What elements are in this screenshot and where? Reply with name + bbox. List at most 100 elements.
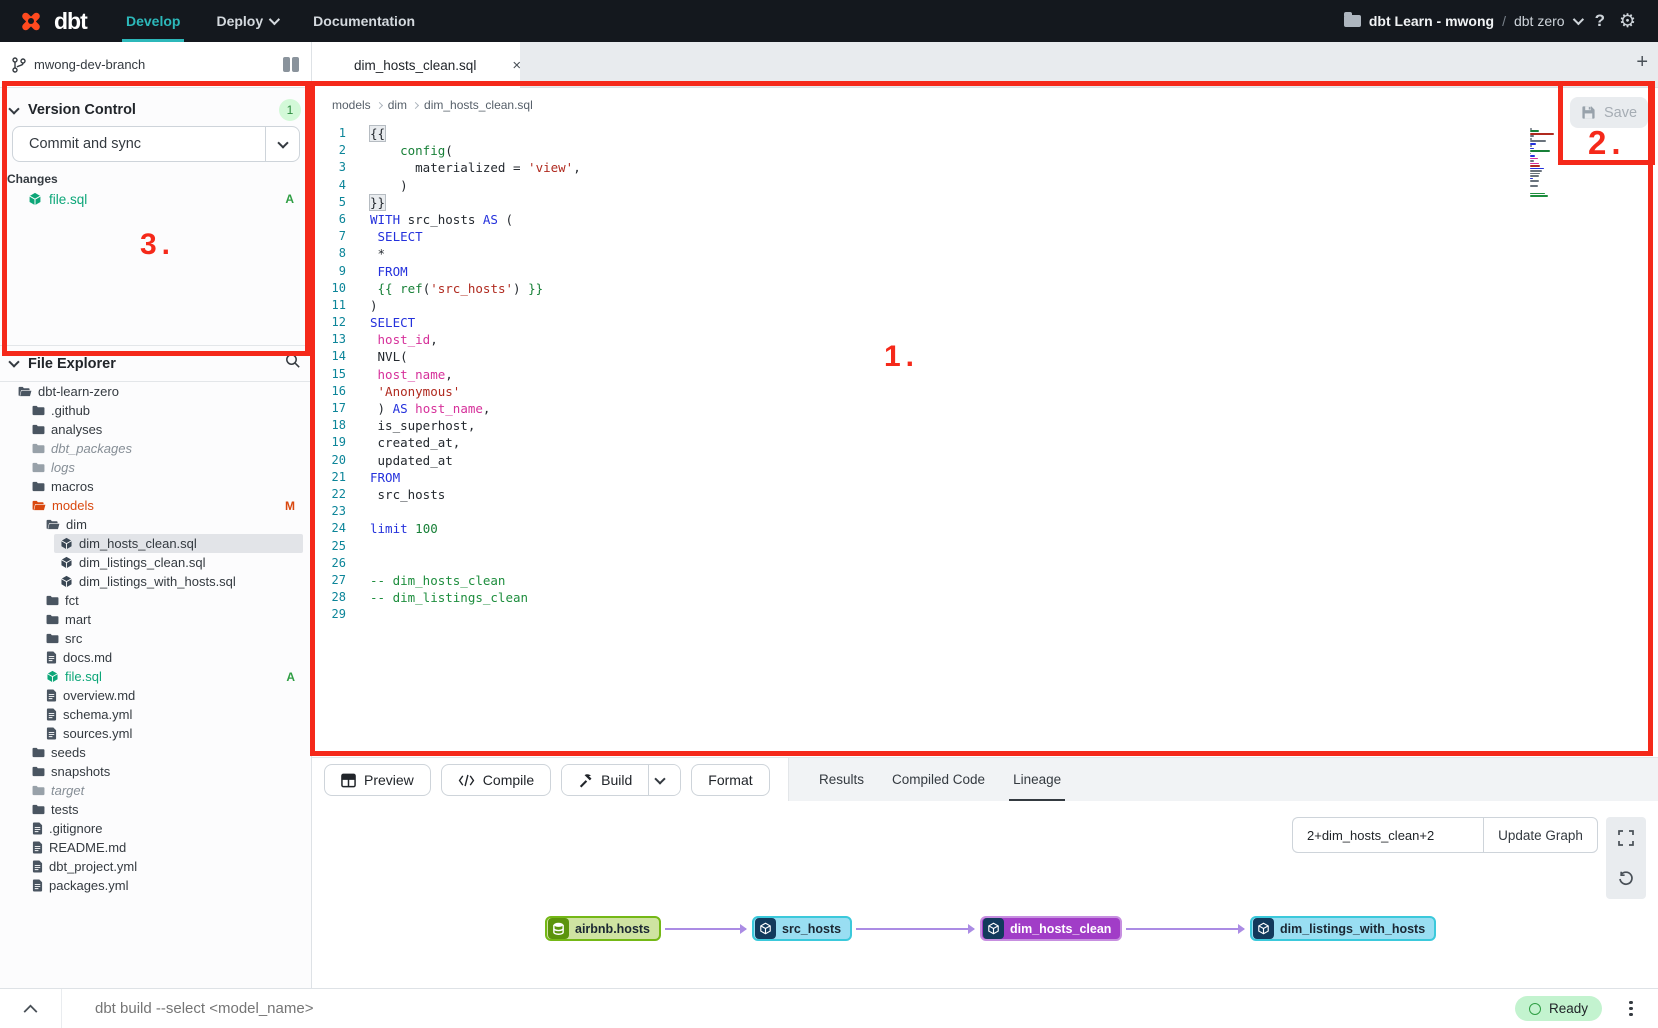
status-bar: Ready	[0, 988, 1658, 1028]
tree-item--github[interactable]: .github	[0, 401, 311, 420]
code-line[interactable]: 24limit 100	[312, 520, 1512, 537]
floppy-icon	[1581, 105, 1596, 120]
tree-item-analyses[interactable]: analyses	[0, 420, 311, 439]
code-line[interactable]: 6WITH src_hosts AS (	[312, 211, 1512, 228]
kebab-menu-icon[interactable]	[1622, 998, 1640, 1019]
new-tab-button[interactable]: +	[1636, 51, 1648, 74]
commit-and-sync-button[interactable]: Commit and sync	[12, 126, 300, 162]
code-line[interactable]: 25	[312, 538, 1512, 555]
nav-documentation[interactable]: Documentation	[295, 0, 433, 42]
folder-icon	[32, 481, 45, 492]
tree-item-dbt-learn-zero[interactable]: dbt-learn-zero	[0, 382, 311, 401]
file-explorer-header[interactable]: File Explorer	[0, 346, 311, 382]
lineage-node-dim-hosts-clean[interactable]: dim_hosts_clean	[980, 916, 1122, 941]
folder-icon	[46, 595, 59, 606]
tree-item-src[interactable]: src	[0, 629, 311, 648]
tree-item-dim[interactable]: dim	[0, 515, 311, 534]
tab-dim-hosts-clean[interactable]: dim_hosts_clean.sql ×	[312, 42, 520, 88]
tab-results[interactable]: Results	[805, 758, 878, 801]
code-line[interactable]: 5}}	[312, 194, 1512, 211]
code-line[interactable]: 7 SELECT	[312, 228, 1512, 245]
breadcrumb-dim[interactable]: dim	[388, 98, 407, 112]
tree-item-dbt-packages[interactable]: dbt_packages	[0, 439, 311, 458]
tree-item-models[interactable]: modelsM	[0, 496, 311, 515]
docs-panel-icon[interactable]	[283, 57, 299, 72]
tree-item-readme-md[interactable]: README.md	[0, 838, 311, 857]
save-button[interactable]: Save	[1570, 97, 1648, 128]
code-line[interactable]: 1{{	[312, 125, 1512, 142]
build-options-dropdown[interactable]	[648, 765, 680, 795]
code-line[interactable]: 12SELECT	[312, 314, 1512, 331]
code-line[interactable]: 27-- dim_hosts_clean	[312, 572, 1512, 589]
nav-develop[interactable]: Develop	[108, 0, 198, 42]
code-line[interactable]: 26	[312, 555, 1512, 572]
tree-item-docs-md[interactable]: docs.md	[0, 648, 311, 667]
project-name: dbt zero	[1514, 13, 1565, 29]
breadcrumb-models[interactable]: models	[332, 98, 371, 112]
tree-item-target[interactable]: target	[0, 781, 311, 800]
lineage-node-src-hosts[interactable]: src_hosts	[752, 916, 852, 941]
tree-item-snapshots[interactable]: snapshots	[0, 762, 311, 781]
help-icon[interactable]: ?	[1595, 11, 1605, 31]
dbt-logo[interactable]: dbt	[0, 6, 108, 36]
account-menu[interactable]: dbt Learn - mwong / dbt zero	[1344, 13, 1581, 29]
tab-lineage[interactable]: Lineage	[999, 758, 1075, 801]
version-control-header[interactable]: Version Control 1	[0, 94, 311, 126]
code-line[interactable]: 28-- dim_listings_clean	[312, 589, 1512, 606]
code-line[interactable]: 13 host_id,	[312, 331, 1512, 348]
lineage-node-dim-listings-with-hosts[interactable]: dim_listings_with_hosts	[1250, 916, 1436, 941]
code-line[interactable]: 20 updated_at	[312, 452, 1512, 469]
tree-item-tests[interactable]: tests	[0, 800, 311, 819]
tree-item-dbt-project-yml[interactable]: dbt_project.yml	[0, 857, 311, 876]
code-line[interactable]: 23	[312, 503, 1512, 520]
commit-options-dropdown[interactable]	[265, 127, 299, 161]
tree-item-file-sql[interactable]: file.sqlA	[0, 667, 311, 686]
tree-item-packages-yml[interactable]: packages.yml	[0, 876, 311, 895]
breadcrumb-file[interactable]: dim_hosts_clean.sql	[424, 98, 533, 112]
code-line[interactable]: 21FROM	[312, 469, 1512, 486]
code-line[interactable]: 19 created_at,	[312, 434, 1512, 451]
gear-icon[interactable]: ⚙	[1619, 12, 1636, 31]
collapse-panel-button[interactable]	[0, 989, 62, 1028]
preview-button[interactable]: Preview	[324, 764, 431, 796]
code-line[interactable]: 4 )	[312, 177, 1512, 194]
code-line[interactable]: 11)	[312, 297, 1512, 314]
command-input[interactable]	[62, 1000, 1515, 1017]
code-line[interactable]: 14 NVL(	[312, 348, 1512, 365]
tree-item-dim-listings-clean-sql[interactable]: dim_listings_clean.sql	[0, 553, 311, 572]
tree-item-logs[interactable]: logs	[0, 458, 311, 477]
code-line[interactable]: 9 FROM	[312, 263, 1512, 280]
code-line[interactable]: 8 *	[312, 245, 1512, 262]
tree-item-dim-listings-with-hosts-sql[interactable]: dim_listings_with_hosts.sql	[0, 572, 311, 591]
code-line[interactable]: 16 'Anonymous'	[312, 383, 1512, 400]
code-line[interactable]: 18 is_superhost,	[312, 417, 1512, 434]
tree-item-mart[interactable]: mart	[0, 610, 311, 629]
code-line[interactable]: 22 src_hosts	[312, 486, 1512, 503]
build-button[interactable]: Build	[562, 765, 648, 795]
tree-item-overview-md[interactable]: overview.md	[0, 686, 311, 705]
code-line[interactable]: 15 host_name,	[312, 366, 1512, 383]
changed-file-row[interactable]: file.sql A	[0, 188, 312, 210]
code-line[interactable]: 2 config(	[312, 142, 1512, 159]
minimap[interactable]	[1530, 128, 1558, 200]
tree-item-dim-hosts-clean-sql[interactable]: dim_hosts_clean.sql	[0, 534, 311, 553]
code-area[interactable]: 1{{2 config(3 materialized = 'view',4 )5…	[312, 125, 1512, 623]
folder-icon	[46, 614, 59, 625]
tree-item-schema-yml[interactable]: schema.yml	[0, 705, 311, 724]
code-line[interactable]: 3 materialized = 'view',	[312, 159, 1512, 176]
tree-item-sources-yml[interactable]: sources.yml	[0, 724, 311, 743]
tab-compiled-code[interactable]: Compiled Code	[878, 758, 999, 801]
code-line[interactable]: 17 ) AS host_name,	[312, 400, 1512, 417]
lineage-node-airbnb-hosts[interactable]: airbnb.hosts	[545, 916, 661, 941]
compile-button[interactable]: Compile	[441, 764, 551, 796]
tree-item-fct[interactable]: fct	[0, 591, 311, 610]
close-icon[interactable]: ×	[512, 57, 521, 74]
code-line[interactable]: 10 {{ ref('src_hosts') }}	[312, 280, 1512, 297]
tree-item-macros[interactable]: macros	[0, 477, 311, 496]
code-line[interactable]: 29	[312, 606, 1512, 623]
nav-deploy[interactable]: Deploy	[198, 0, 295, 42]
search-icon[interactable]	[285, 353, 301, 374]
format-button[interactable]: Format	[691, 764, 769, 796]
tree-item--gitignore[interactable]: .gitignore	[0, 819, 311, 838]
tree-item-seeds[interactable]: seeds	[0, 743, 311, 762]
